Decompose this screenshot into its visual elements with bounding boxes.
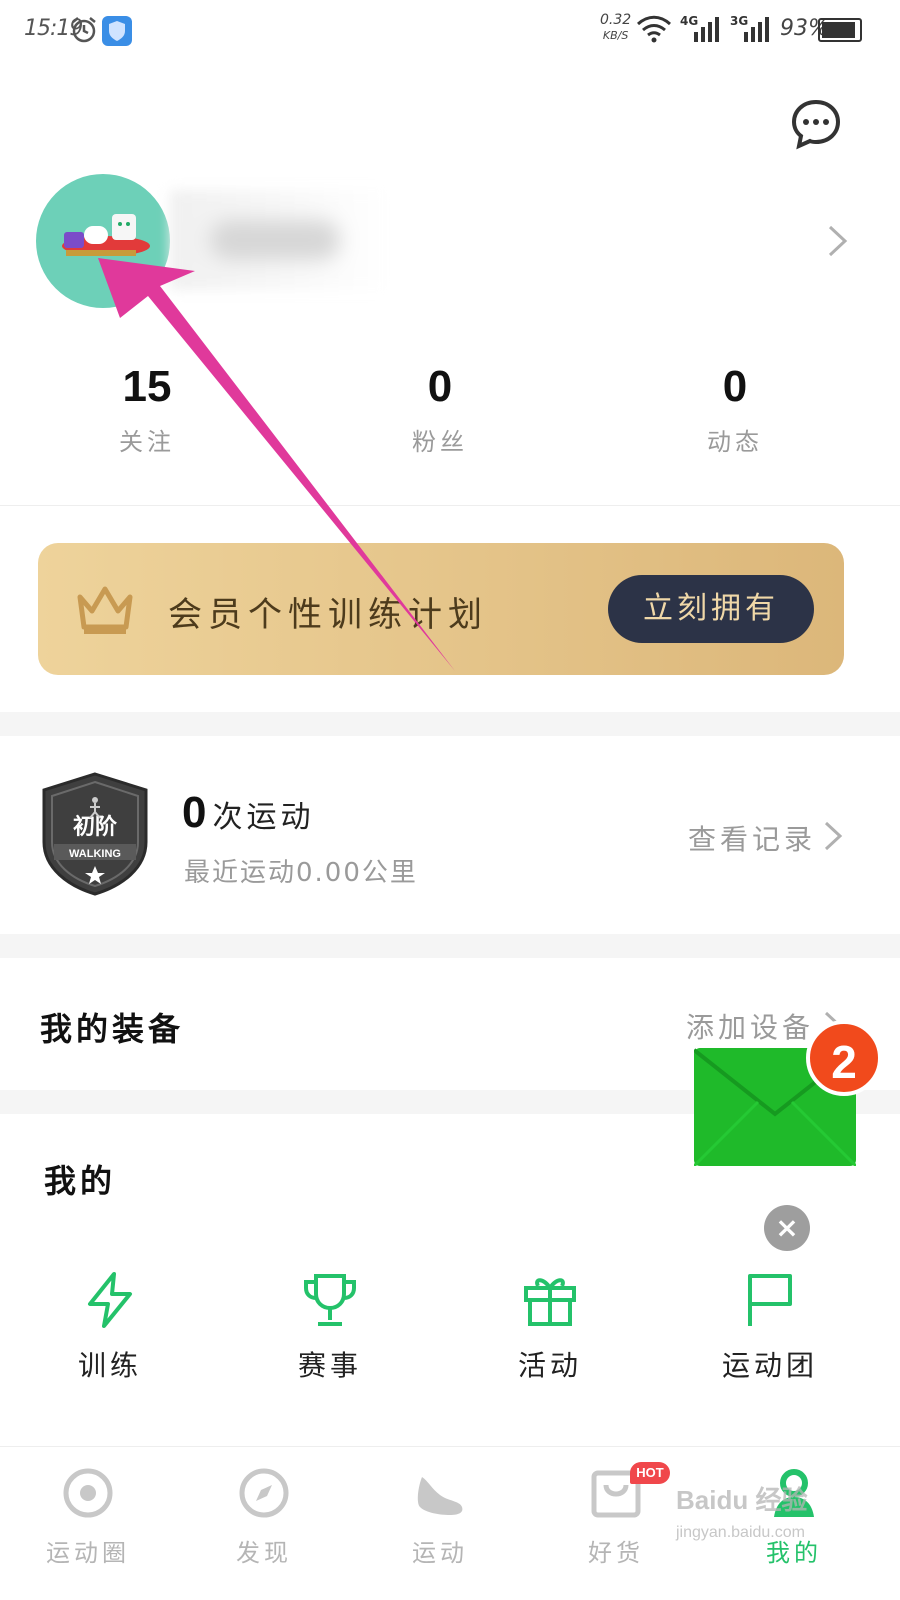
vip-get-now-button[interactable]: 立刻拥有 bbox=[608, 575, 814, 643]
watermark-url: jingyan.baidu.com bbox=[676, 1524, 805, 1541]
vip-text: 会员个性训练计划 bbox=[168, 595, 488, 635]
section-gap bbox=[0, 712, 900, 736]
workout-count-unit: 次运动 bbox=[212, 800, 315, 835]
workout-count-value: 0 bbox=[182, 788, 207, 837]
stat-value: 0 bbox=[722, 362, 748, 411]
compass-icon bbox=[239, 1468, 289, 1518]
walking-level-badge[interactable]: 初阶 WALKING bbox=[40, 772, 150, 896]
grid-item-events[interactable]: 赛事 bbox=[260, 1270, 400, 1384]
tab-label: 发现 bbox=[236, 1539, 292, 1567]
net-speed: 0.32 KB/S bbox=[600, 12, 631, 44]
stat-posts[interactable]: 0 动态 bbox=[645, 360, 825, 457]
mail-count-badge: 2 bbox=[806, 1020, 882, 1096]
badge-title: 初阶 bbox=[73, 814, 118, 840]
avatar[interactable] bbox=[36, 174, 170, 308]
grid-item-label: 运动团 bbox=[721, 1349, 818, 1382]
tab-sport[interactable]: 运动 bbox=[370, 1467, 510, 1568]
stat-label: 关注 bbox=[119, 428, 175, 456]
circle-target-icon bbox=[63, 1468, 113, 1518]
crown-icon bbox=[77, 586, 133, 634]
stat-label: 粉丝 bbox=[412, 428, 468, 456]
equipment-title: 我的装备 bbox=[40, 1010, 185, 1048]
grid-item-training[interactable]: 训练 bbox=[40, 1270, 180, 1384]
tab-discover[interactable]: 发现 bbox=[194, 1467, 334, 1568]
avatar-image bbox=[62, 214, 150, 256]
section-gap bbox=[0, 934, 900, 958]
tab-label: 运动 bbox=[412, 1539, 468, 1567]
stat-followers[interactable]: 0 粉丝 bbox=[350, 360, 530, 457]
mine-title: 我的 bbox=[44, 1162, 117, 1200]
watermark: Baidu 经验 bbox=[676, 1485, 808, 1515]
tab-label: 好货 bbox=[588, 1539, 644, 1567]
tab-label: 运动圈 bbox=[46, 1539, 130, 1567]
shield-icon bbox=[102, 16, 132, 46]
shoe-icon bbox=[417, 1477, 463, 1515]
grid-item-activities[interactable]: 活动 bbox=[480, 1270, 620, 1384]
grid-item-label: 赛事 bbox=[297, 1349, 362, 1382]
recent-distance: 最近运动0.00公里 bbox=[184, 858, 418, 888]
stat-following[interactable]: 15 关注 bbox=[57, 360, 237, 457]
grid-item-label: 活动 bbox=[517, 1349, 582, 1382]
workout-count: 0 次运动 bbox=[182, 788, 314, 838]
net-speed-value: 0.32 bbox=[600, 12, 632, 28]
flag-icon bbox=[748, 1274, 792, 1326]
badge-subtitle: WALKING bbox=[69, 848, 121, 860]
stat-label: 动态 bbox=[707, 428, 763, 456]
bottom-tab-bar: 运动圈 发现 运动 好货 我的 bbox=[0, 1446, 900, 1600]
stat-value: 0 bbox=[427, 362, 453, 411]
status-bar: 15:19 0.32 KB/S 4G 3G 93% bbox=[0, 0, 900, 62]
stat-value: 15 bbox=[122, 362, 172, 411]
grid-item-label: 训练 bbox=[77, 1349, 142, 1382]
battery-level bbox=[822, 22, 856, 38]
alarm-icon bbox=[72, 17, 96, 43]
net-speed-unit: KB/S bbox=[602, 29, 629, 42]
hot-badge: HOT bbox=[630, 1462, 670, 1484]
view-records-link[interactable]: 查看记录 bbox=[688, 818, 816, 858]
divider bbox=[0, 505, 900, 506]
trophy-icon bbox=[304, 1274, 356, 1326]
vip-banner[interactable]: 会员个性训练计划 立刻拥有 bbox=[38, 543, 844, 675]
add-device-link[interactable]: 添加设备 bbox=[686, 1006, 814, 1046]
grid-item-teams[interactable]: 运动团 bbox=[700, 1270, 840, 1384]
wifi-icon bbox=[636, 15, 672, 43]
chevron-right-icon[interactable] bbox=[826, 224, 850, 258]
signal-4g-icon bbox=[694, 17, 719, 42]
close-icon[interactable]: × bbox=[764, 1205, 810, 1251]
gift-icon bbox=[524, 1278, 576, 1326]
chat-bubble-icon[interactable] bbox=[790, 98, 842, 150]
lightning-icon bbox=[88, 1272, 132, 1328]
username-blurred bbox=[170, 190, 390, 290]
signal-3g-icon bbox=[744, 17, 769, 42]
tab-moments[interactable]: 运动圈 bbox=[18, 1467, 158, 1568]
battery-icon bbox=[818, 18, 862, 42]
chevron-right-icon[interactable] bbox=[822, 820, 844, 852]
